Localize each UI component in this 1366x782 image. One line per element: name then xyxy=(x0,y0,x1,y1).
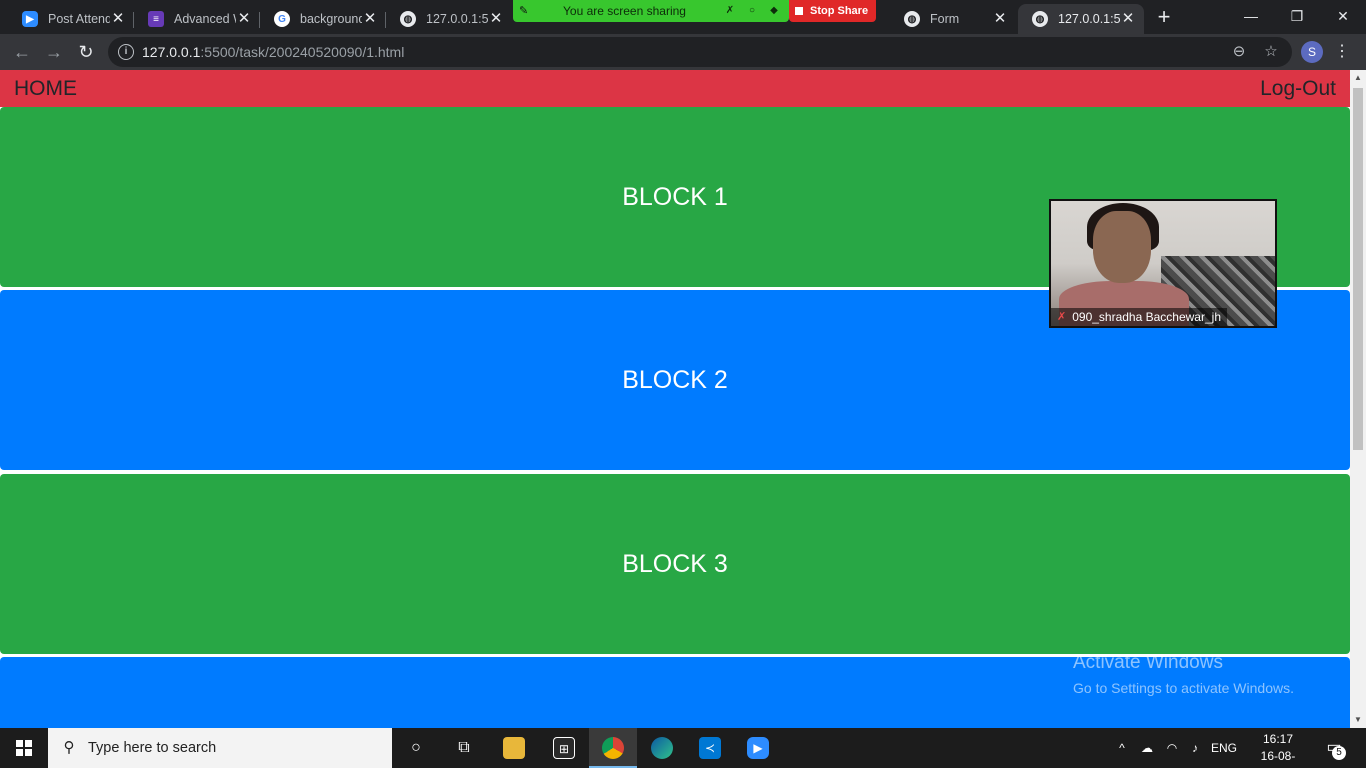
tab-form[interactable]: ◍ Form ✕ xyxy=(890,4,1016,34)
stop-share-label: Stop Share xyxy=(810,5,869,17)
tab-localhost-1[interactable]: ◍ 127.0.0.1:55 ✕ xyxy=(386,4,512,34)
vscode-button[interactable]: ≺ xyxy=(686,728,734,768)
windows-taskbar: ⚲ Type here to search ○ ⧉ ⊞ ≺ ▶ ^ ☁ ◠ ♪ … xyxy=(0,728,1366,780)
edge-button[interactable] xyxy=(638,728,686,768)
wifi-icon[interactable]: ◠ xyxy=(1161,728,1183,768)
chrome-icon xyxy=(602,736,624,759)
globe-icon: ◍ xyxy=(400,11,416,27)
file-explorer-button[interactable] xyxy=(490,728,538,768)
home-link[interactable]: HOME xyxy=(14,77,77,101)
tab-advanced[interactable]: ≡ Advanced W ✕ xyxy=(134,4,260,34)
address-bar[interactable]: i 127.0.0.1:5500/task/200240520090/1.htm… xyxy=(108,37,1292,67)
info-icon[interactable]: i xyxy=(118,44,134,60)
logout-link[interactable]: Log-Out xyxy=(1260,77,1336,101)
block-label: BLOCK 1 xyxy=(622,182,728,211)
tab-title: 127.0.0.1:55 xyxy=(426,12,488,26)
chrome-button[interactable] xyxy=(589,728,637,768)
close-icon[interactable]: ✕ xyxy=(488,11,504,27)
close-icon[interactable]: ✕ xyxy=(362,11,378,27)
store-icon: ⊞ xyxy=(553,736,575,759)
folder-icon xyxy=(503,736,525,759)
cloud-icon[interactable]: ☁ xyxy=(1136,728,1158,768)
store-button[interactable]: ⊞ xyxy=(540,728,588,768)
close-icon[interactable]: ✕ xyxy=(236,11,252,27)
start-button[interactable] xyxy=(0,728,48,768)
zoom-icon: ▶ xyxy=(22,11,38,27)
clock-time: 16:17 xyxy=(1262,732,1294,746)
globe-icon: ◍ xyxy=(1032,11,1048,27)
watermark-title: Activate Windows xyxy=(1073,652,1223,673)
edge-icon xyxy=(651,736,673,759)
forward-button[interactable]: → xyxy=(42,40,66,64)
taskbar-search[interactable]: ⚲ Type here to search xyxy=(48,728,392,768)
tab-title: Form xyxy=(930,12,960,26)
mic-muted-icon[interactable]: ✗ xyxy=(724,5,736,17)
chevron-up-icon[interactable]: ^ xyxy=(1112,728,1132,768)
cortana-button[interactable]: ○ xyxy=(392,728,440,768)
url-text[interactable]: 127.0.0.1:5500/task/200240520090/1.html xyxy=(142,44,404,60)
maximize-button[interactable]: ❐ xyxy=(1274,0,1320,32)
mic-muted-icon: ✗ xyxy=(1057,311,1067,323)
back-button[interactable]: ← xyxy=(10,40,34,64)
shield-icon[interactable]: ◆ xyxy=(768,5,780,17)
vscode-icon: ≺ xyxy=(699,736,721,759)
search-icon: ⚲ xyxy=(63,739,75,756)
tab-post-attendance[interactable]: ▶ Post Attendance ✕ xyxy=(8,4,134,34)
new-tab-button[interactable]: + xyxy=(1152,6,1176,30)
tab-title: Advanced W xyxy=(174,12,236,26)
system-clock[interactable]: 16:17 16-08-2020 xyxy=(1248,731,1308,782)
action-center-button[interactable]: ▭ 5 xyxy=(1322,736,1346,760)
activate-windows-watermark: Activate Windows Go to Settings to activ… xyxy=(1073,652,1294,696)
zoom-icon: ▶ xyxy=(747,736,769,759)
participant-label: ✗ 090_shradha Bacchewar_jh xyxy=(1051,308,1227,326)
task-view-button[interactable]: ⧉ xyxy=(440,728,488,768)
tab-title: background xyxy=(300,12,362,26)
page-viewport: HOME Log-Out BLOCK 1 BLOCK 2 BLOCK 3 ▲ ▼… xyxy=(0,70,1366,728)
video-person-face xyxy=(1093,211,1151,283)
close-icon[interactable]: ✕ xyxy=(1120,11,1136,27)
google-icon: G xyxy=(274,11,290,27)
top-navbar: HOME Log-Out xyxy=(0,70,1350,107)
stop-icon xyxy=(795,7,803,15)
participant-name: 090_shradha Bacchewar_jh xyxy=(1072,310,1221,324)
zoom-button[interactable]: ▶ xyxy=(734,728,782,768)
volume-icon[interactable]: ♪ xyxy=(1184,728,1206,768)
bookmark-star-icon[interactable]: ☆ xyxy=(1262,43,1280,61)
scroll-up-icon[interactable]: ▲ xyxy=(1350,70,1366,86)
language-indicator[interactable]: ENG xyxy=(1208,728,1240,768)
share-control-icon[interactable]: ✎ xyxy=(519,4,533,18)
clock-date: 16-08-2020 xyxy=(1260,749,1296,780)
participant-video-window[interactable]: ✗ 090_shradha Bacchewar_jh xyxy=(1049,199,1277,328)
watermark-subtitle: Go to Settings to activate Windows. xyxy=(1073,680,1294,696)
close-window-button[interactable]: ✕ xyxy=(1320,0,1366,32)
browser-menu-icon[interactable]: ⋮ xyxy=(1334,40,1350,64)
search-placeholder: Type here to search xyxy=(88,740,217,756)
scrollbar-thumb[interactable] xyxy=(1353,88,1363,450)
block-label: BLOCK 3 xyxy=(622,549,728,578)
stop-share-button[interactable]: Stop Share xyxy=(789,0,876,22)
notification-badge: 5 xyxy=(1332,746,1346,760)
globe-icon: ◍ xyxy=(904,11,920,27)
zoom-out-icon[interactable]: ⊖ xyxy=(1230,43,1248,61)
close-icon[interactable]: ✕ xyxy=(110,11,126,27)
profile-avatar[interactable]: S xyxy=(1301,41,1323,63)
tab-localhost-active[interactable]: ◍ 127.0.0.1:55 ✕ xyxy=(1018,4,1144,34)
close-icon[interactable]: ✕ xyxy=(992,11,1008,27)
minimize-button[interactable]: — xyxy=(1228,0,1274,32)
block-3: BLOCK 3 xyxy=(0,474,1350,654)
tab-title: Post Attendance xyxy=(48,12,110,26)
record-icon[interactable]: ○ xyxy=(746,5,758,17)
screen-sharing-banner[interactable]: ✎ You are screen sharing ✗ ○ ◆ xyxy=(513,0,789,22)
reload-button[interactable]: ↻ xyxy=(74,40,98,64)
windows-logo-icon xyxy=(16,740,32,756)
tab-background[interactable]: G background ✕ xyxy=(260,4,386,34)
screen-sharing-text: You are screen sharing xyxy=(563,4,686,18)
forms-icon: ≡ xyxy=(148,11,164,27)
vertical-scrollbar[interactable]: ▲ ▼ xyxy=(1350,70,1366,728)
scroll-down-icon[interactable]: ▼ xyxy=(1350,712,1366,728)
tab-title: 127.0.0.1:55 xyxy=(1058,12,1120,26)
block-label: BLOCK 2 xyxy=(622,365,728,394)
browser-toolbar: ← → ↻ i 127.0.0.1:5500/task/200240520090… xyxy=(0,34,1366,70)
